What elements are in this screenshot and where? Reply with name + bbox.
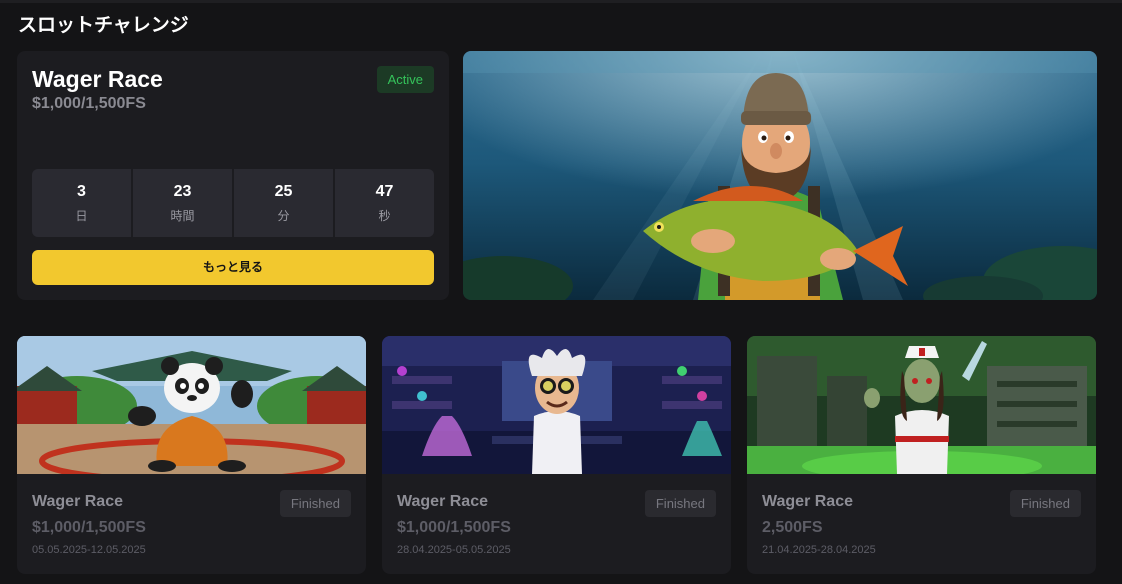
race-title: Wager Race xyxy=(32,493,123,510)
fisherman-illustration xyxy=(463,51,1097,300)
panda-illustration xyxy=(17,336,366,474)
countdown-minutes: 25 分 xyxy=(234,169,333,237)
countdown-unit: 時間 xyxy=(170,208,195,223)
status-badge-finished: Finished xyxy=(1009,490,1081,517)
race-card[interactable]: Wager Race Finished 2,500FS 21.04.2025-2… xyxy=(747,336,1096,574)
countdown-days: 3 日 xyxy=(32,169,131,237)
see-more-button[interactable]: もっと見る xyxy=(32,250,434,285)
top-divider xyxy=(0,0,1122,3)
race-prize: $1,000/1,500FS xyxy=(397,519,511,536)
countdown-unit: 分 xyxy=(277,208,290,223)
countdown-hours: 23 時間 xyxy=(133,169,232,237)
scientist-illustration xyxy=(382,336,731,474)
featured-race-card[interactable]: Wager Race $1,000/1,500FS Active 3 日 23 … xyxy=(17,51,449,300)
status-badge-active: Active xyxy=(376,66,434,93)
countdown-unit: 秒 xyxy=(378,208,391,223)
countdown-value: 23 xyxy=(173,182,192,200)
race-title: Wager Race xyxy=(762,493,853,510)
race-card-image xyxy=(17,336,366,474)
page-title: スロットチャレンジ xyxy=(18,14,189,36)
race-card-image xyxy=(382,336,731,474)
race-card[interactable]: Wager Race Finished $1,000/1,500FS 05.05… xyxy=(17,336,366,574)
race-title: Wager Race xyxy=(397,493,488,510)
status-badge-finished: Finished xyxy=(644,490,716,517)
featured-race-image[interactable] xyxy=(463,51,1097,300)
race-prize: $1,000/1,500FS xyxy=(32,519,146,536)
zombie-nurse-illustration xyxy=(747,336,1096,474)
race-card[interactable]: Wager Race Finished $1,000/1,500FS 28.04… xyxy=(382,336,731,574)
countdown-unit: 日 xyxy=(75,208,88,223)
countdown-value: 3 xyxy=(77,182,86,200)
race-prize: $1,000/1,500FS xyxy=(32,95,146,112)
countdown-value: 47 xyxy=(375,182,394,200)
countdown-seconds: 47 秒 xyxy=(335,169,434,237)
status-badge-finished: Finished xyxy=(279,490,351,517)
race-dates: 05.05.2025-12.05.2025 xyxy=(32,544,146,556)
countdown-timer: 3 日 23 時間 25 分 47 秒 xyxy=(32,169,434,237)
race-title: Wager Race xyxy=(32,66,163,92)
countdown-value: 25 xyxy=(274,182,293,200)
race-dates: 21.04.2025-28.04.2025 xyxy=(762,544,876,556)
race-card-image xyxy=(747,336,1096,474)
race-prize: 2,500FS xyxy=(762,519,823,536)
race-dates: 28.04.2025-05.05.2025 xyxy=(397,544,511,556)
